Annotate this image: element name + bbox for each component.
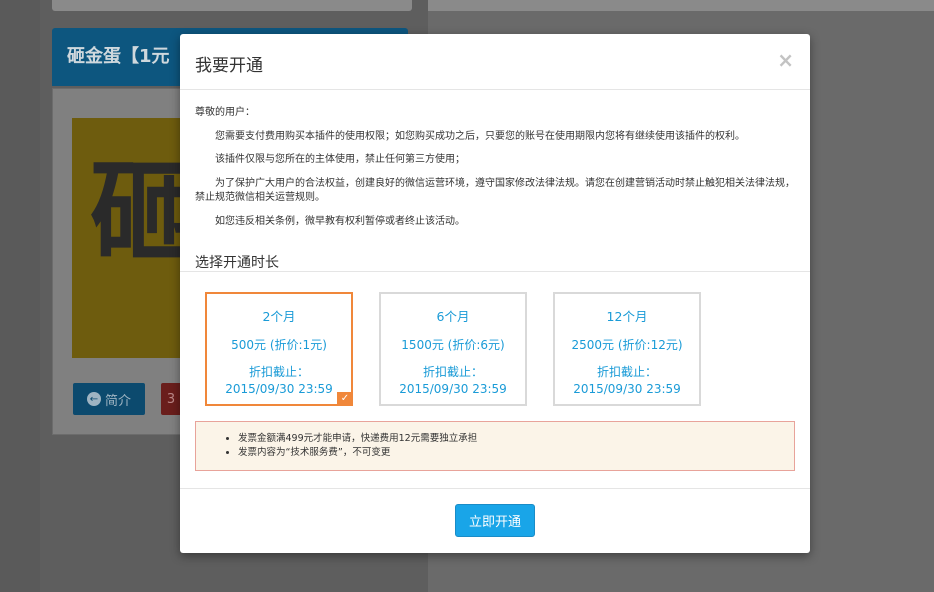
terms-paragraph: 您需要支付费用购买本插件的使用权限；如您购买成功之后，只要您的账号在使用期限内您… (215, 130, 745, 142)
plan-months: 2个月 (262, 309, 296, 324)
activate-modal: 我要开通 × 尊敬的用户： 您需要支付费用购买本插件的使用权限；如您购买成功之后… (180, 34, 810, 553)
red-action-button[interactable]: 3 (161, 383, 181, 415)
top-card-right (428, 0, 934, 11)
divider (180, 488, 810, 489)
invoice-notice: 发票金额满499元才能申请，快递费用12元需要独立承担 发票内容为“技术服务费”… (195, 421, 795, 471)
modal-title: 我要开通 (195, 56, 263, 76)
page-left-gutter (0, 0, 40, 592)
plugin-cover-glyph: 砸 (90, 148, 182, 277)
red-action-button-label: 3 (166, 391, 176, 407)
terms-paragraph: 为了保护广大用户的合法权益，创建良好的微信运营环境，遵守国家修改法律法规。请您在… (195, 177, 795, 204)
modal-header: 我要开通 × (180, 34, 810, 90)
notice-item: 发票内容为“技术服务费”，不可变更 (238, 447, 794, 459)
plan-deadline: 折扣截止：2015/09/30 23:59 (225, 365, 333, 396)
duration-section-title: 选择开通时长 (195, 255, 279, 271)
terms-greeting: 尊敬的用户： (195, 107, 255, 118)
plan-months: 12个月 (606, 309, 648, 324)
plan-option-2-months[interactable]: 2个月 500元 (折价:1元) 折扣截止：2015/09/30 23:59 ✓ (205, 292, 353, 406)
activate-now-button[interactable]: 立即开通 (455, 504, 535, 537)
intro-button-label: 简介 (104, 393, 131, 409)
plugin-card-title: 砸金蛋【1元 (67, 46, 170, 67)
plugin-cover-image: 砸 (72, 118, 182, 358)
plan-deadline: 折扣截止：2015/09/30 23:59 (399, 365, 507, 396)
terms-paragraph: 如您违反相关条例，微早教有权利暂停或者终止该活动。 (215, 215, 465, 227)
terms-text: 尊敬的用户： 您需要支付费用购买本插件的使用权限；如您购买成功之后，只要您的账号… (195, 106, 795, 238)
top-card-left (52, 0, 412, 11)
arrow-left-icon: ← (86, 392, 101, 406)
check-icon: ✓ (337, 392, 353, 406)
terms-paragraph: 该插件仅限与您所在的主体使用，禁止任何第三方使用； (215, 154, 465, 165)
notice-item: 发票金额满499元才能申请，快递费用12元需要独立承担 (238, 433, 794, 445)
plan-deadline: 折扣截止：2015/09/30 23:59 (573, 365, 681, 396)
plan-option-6-months[interactable]: 6个月 1500元 (折价:6元) 折扣截止：2015/09/30 23:59 (379, 292, 527, 406)
plan-price: 500元 (折价:1元) (231, 338, 327, 352)
plan-option-12-months[interactable]: 12个月 2500元 (折价:12元) 折扣截止：2015/09/30 23:5… (553, 292, 701, 406)
close-icon[interactable]: × (777, 48, 794, 72)
plan-months: 6个月 (436, 309, 470, 324)
plan-price: 2500元 (折价:12元) (571, 338, 683, 352)
plan-price: 1500元 (折价:6元) (401, 338, 505, 352)
notice-list: 发票金额满499元才能申请，快递费用12元需要独立承担 发票内容为“技术服务费”… (226, 433, 794, 459)
divider (180, 271, 810, 272)
intro-button[interactable]: ← 简介 (73, 383, 145, 415)
